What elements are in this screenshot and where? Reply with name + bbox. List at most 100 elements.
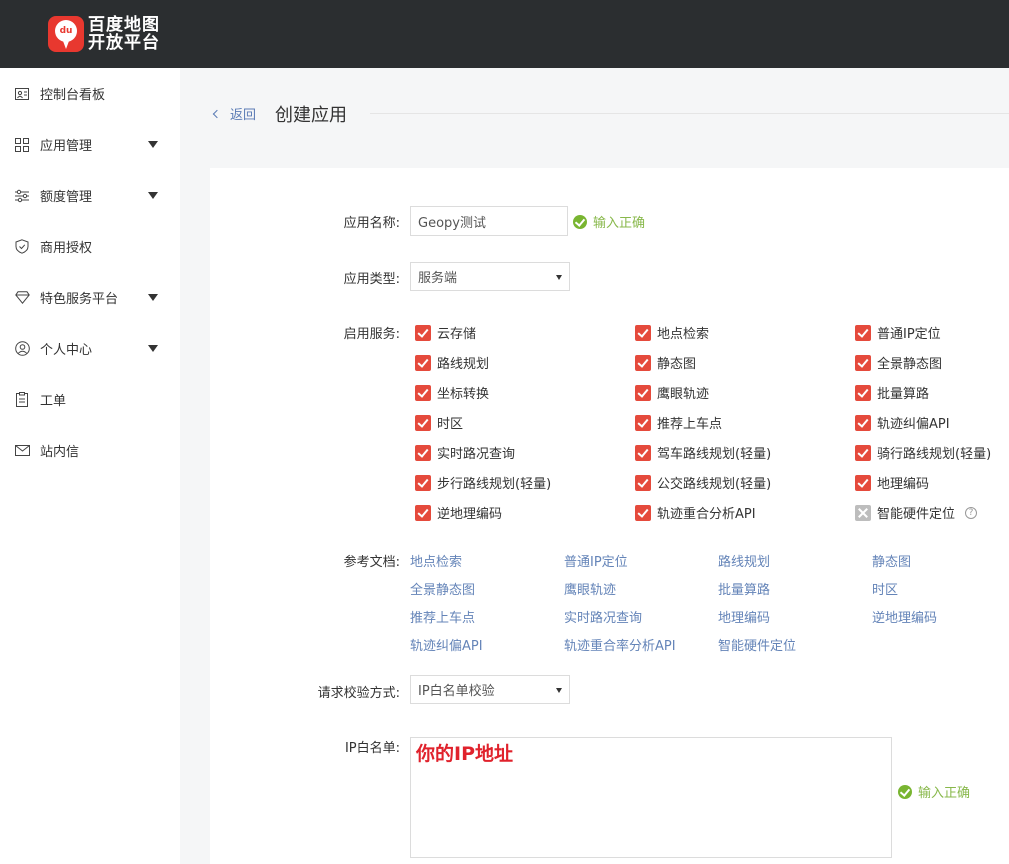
sidebar-item-personal-center[interactable]: 个人中心: [0, 323, 180, 374]
sidebar: 控制台看板 应用管理 额度管理 商用授权 特色服务平台 个人中心 工单 站内信: [0, 68, 180, 864]
verify-method-label: 请求校验方式:: [317, 686, 400, 701]
page-title: 创建应用: [275, 105, 347, 126]
docs-label: 参考文档:: [343, 555, 400, 570]
doc-link[interactable]: 地理编码: [718, 607, 770, 626]
caret-down-icon: [148, 345, 158, 352]
sidebar-item-tickets[interactable]: 工单: [0, 374, 180, 425]
dashboard-icon: [14, 86, 30, 102]
sidebar-item-messages[interactable]: 站内信: [0, 425, 180, 476]
checkbox-checked-icon: [635, 444, 651, 461]
doc-link[interactable]: 批量算路: [718, 579, 770, 598]
checkbox-checked-icon: [855, 414, 871, 431]
help-icon[interactable]: ?: [965, 506, 978, 519]
top-bar: du 百度地图 开放平台: [0, 0, 1009, 68]
checkbox-checked-icon: [635, 504, 651, 521]
service-checkbox[interactable]: 驾车路线规划(轻量): [635, 443, 771, 462]
checkbox-checked-icon: [415, 384, 431, 401]
page-header: 返回 创建应用: [210, 92, 1009, 136]
check-circle-icon: [573, 214, 587, 229]
sidebar-item-dashboard[interactable]: 控制台看板: [0, 68, 180, 119]
sidebar-item-label: 个人中心: [40, 343, 93, 358]
ip-annotation-text: 你的IP地址: [416, 743, 513, 765]
checkbox-checked-icon: [855, 354, 871, 371]
sidebar-item-label: 应用管理: [40, 139, 93, 154]
doc-link[interactable]: 普通IP定位: [564, 551, 628, 570]
app-name-input[interactable]: Geopy测试: [410, 206, 568, 236]
ip-whitelist-status: 输入正确: [898, 782, 970, 801]
caret-down-icon: [148, 192, 158, 199]
verify-method-select[interactable]: IP白名单校验: [410, 675, 570, 704]
service-checkbox[interactable]: 逆地理编码: [415, 503, 502, 522]
sidebar-item-commercial-license[interactable]: 商用授权: [0, 221, 180, 272]
doc-link[interactable]: 轨迹重合率分析API: [564, 635, 676, 654]
service-checkbox[interactable]: 坐标转换: [415, 383, 489, 402]
doc-link[interactable]: 智能硬件定位: [718, 635, 796, 654]
doc-link[interactable]: 路线规划: [718, 551, 770, 570]
doc-link[interactable]: 推荐上车点: [410, 607, 475, 626]
service-checkbox[interactable]: 普通IP定位: [855, 323, 941, 342]
service-checkbox[interactable]: 鹰眼轨迹: [635, 383, 709, 402]
doc-link[interactable]: 静态图: [872, 551, 911, 570]
verify-method-value: IP白名单校验: [418, 684, 495, 699]
service-checkbox[interactable]: 全景静态图: [855, 353, 942, 372]
sidebar-item-label: 工单: [40, 394, 67, 409]
app-type-label: 应用类型:: [343, 272, 400, 287]
shield-check-icon: [14, 239, 30, 255]
ip-whitelist-label: IP白名单:: [344, 741, 400, 756]
service-checkbox[interactable]: 静态图: [635, 353, 696, 372]
sidebar-item-label: 站内信: [40, 445, 80, 460]
checkbox-checked-icon: [415, 414, 431, 431]
checkbox-checked-icon: [635, 384, 651, 401]
app-name-value: Geopy测试: [418, 215, 486, 231]
doc-link[interactable]: 轨迹纠偏API: [410, 635, 483, 654]
checkbox-checked-icon: [635, 414, 651, 431]
user-icon: [14, 341, 30, 357]
checkbox-checked-icon: [415, 504, 431, 521]
service-checkbox[interactable]: 公交路线规划(轻量): [635, 473, 771, 492]
service-checkbox[interactable]: 步行路线规划(轻量): [415, 473, 551, 492]
doc-link[interactable]: 地点检索: [410, 551, 462, 570]
sidebar-item-label: 特色服务平台: [40, 292, 119, 307]
back-link[interactable]: 返回: [210, 104, 256, 123]
app-type-select[interactable]: 服务端: [410, 262, 570, 291]
checkbox-checked-icon: [415, 474, 431, 491]
doc-link[interactable]: 时区: [872, 579, 898, 598]
sidebar-item-app-management[interactable]: 应用管理: [0, 119, 180, 170]
checkbox-disabled-icon: [855, 504, 871, 521]
service-checkbox[interactable]: 骑行路线规划(轻量): [855, 443, 991, 462]
baidu-logo-icon: du: [48, 16, 84, 52]
checkbox-checked-icon: [855, 384, 871, 401]
chevron-left-icon: [212, 109, 222, 118]
doc-link[interactable]: 逆地理编码: [872, 607, 937, 626]
baidu-map-logo[interactable]: du 百度地图 开放平台: [48, 16, 160, 52]
checkbox-checked-icon: [855, 444, 871, 461]
service-checkbox-disabled[interactable]: 智能硬件定位 ?: [855, 503, 978, 522]
sidebar-item-label: 额度管理: [40, 190, 93, 205]
create-app-form: 应用名称: Geopy测试 输入正确 应用类型: 服务端 启用服务: 云存储 地…: [210, 168, 1009, 864]
check-circle-icon: [898, 784, 912, 799]
service-checkbox[interactable]: 轨迹纠偏API: [855, 413, 950, 432]
service-checkbox[interactable]: 批量算路: [855, 383, 929, 402]
checkbox-checked-icon: [635, 354, 651, 371]
service-checkbox[interactable]: 轨迹重合分析API: [635, 503, 756, 522]
service-checkbox[interactable]: 地点检索: [635, 323, 709, 342]
grid-icon: [14, 137, 30, 153]
doc-link[interactable]: 全景静态图: [410, 579, 475, 598]
checkbox-checked-icon: [855, 474, 871, 491]
service-checkbox[interactable]: 时区: [415, 413, 463, 432]
sidebar-item-quota-management[interactable]: 额度管理: [0, 170, 180, 221]
service-checkbox[interactable]: 云存储: [415, 323, 476, 342]
checkbox-checked-icon: [855, 324, 871, 341]
doc-link[interactable]: 鹰眼轨迹: [564, 579, 616, 598]
service-checkbox[interactable]: 地理编码: [855, 473, 929, 492]
caret-down-icon: [148, 294, 158, 301]
services-label: 启用服务:: [343, 327, 400, 342]
service-checkbox[interactable]: 路线规划: [415, 353, 489, 372]
service-checkbox[interactable]: 实时路况查询: [415, 443, 515, 462]
checkbox-checked-icon: [635, 474, 651, 491]
doc-link[interactable]: 实时路况查询: [564, 607, 642, 626]
sidebar-item-featured-services[interactable]: 特色服务平台: [0, 272, 180, 323]
app-name-status: 输入正确: [573, 212, 645, 231]
service-checkbox[interactable]: 推荐上车点: [635, 413, 722, 432]
caret-down-icon: [556, 688, 562, 693]
